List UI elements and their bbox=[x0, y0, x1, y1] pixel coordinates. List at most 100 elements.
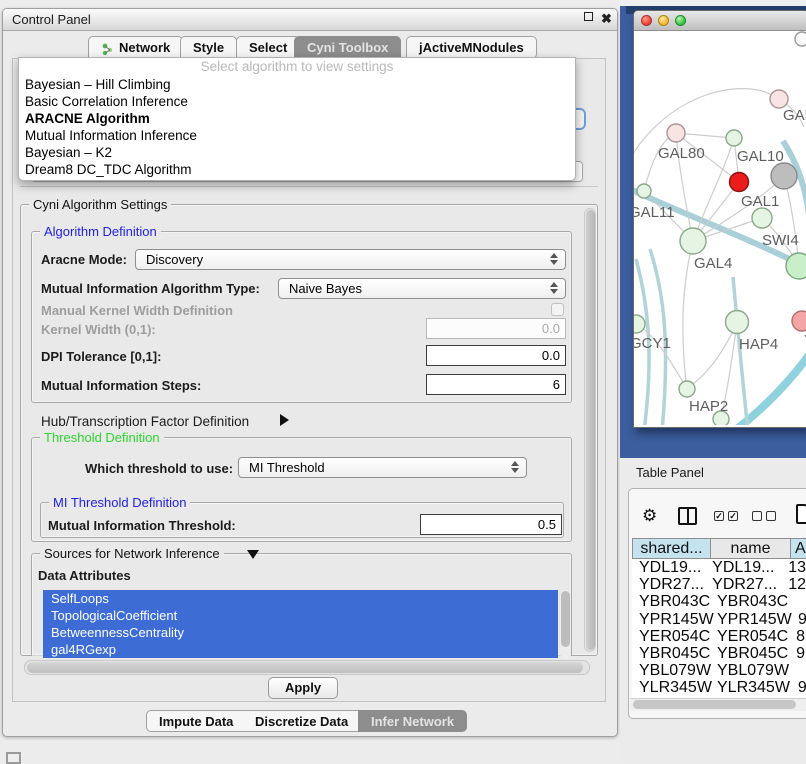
table-row[interactable]: YBR045CYBR045C9. bbox=[632, 645, 806, 662]
mi-steps-field[interactable]: 6 bbox=[426, 374, 566, 395]
network-node[interactable] bbox=[795, 32, 806, 46]
table-row[interactable]: YDL19...YDL19...13 bbox=[632, 559, 806, 576]
gear-icon[interactable]: ⚙ bbox=[642, 505, 657, 527]
dropdown-placeholder: Select algorithm to view settings bbox=[19, 58, 575, 76]
network-node-gal11[interactable] bbox=[637, 184, 651, 198]
mac-minimize-button[interactable] bbox=[658, 15, 669, 26]
table-cell: YDL19... bbox=[705, 559, 780, 576]
attribute-list-item-selected[interactable]: gal4RGexp bbox=[43, 641, 558, 658]
tab-label: Impute Data bbox=[159, 714, 233, 729]
table-row[interactable]: YLR345WYLR345W9. bbox=[632, 679, 806, 696]
attribute-list-item-selected[interactable]: BetweennessCentrality bbox=[43, 624, 558, 641]
network-node-gcy1[interactable] bbox=[634, 315, 645, 333]
dropdown-item[interactable]: Dream8 DC_TDC Algorithm bbox=[19, 161, 575, 178]
mi-type-combobox[interactable]: Naive Bayes bbox=[278, 278, 566, 299]
table-row[interactable]: YDR27...YDR27...12 bbox=[632, 576, 806, 593]
collapse-arrow-icon[interactable] bbox=[247, 550, 259, 559]
close-icon[interactable]: ✖ bbox=[601, 11, 612, 27]
data-attributes-label: Data Attributes bbox=[38, 568, 131, 583]
network-node-label: GAL11 bbox=[634, 204, 675, 221]
network-node-y[interactable] bbox=[792, 311, 806, 331]
tab-network[interactable]: Network bbox=[88, 36, 183, 59]
dropdown-item[interactable]: ARACNE Algorithm bbox=[19, 110, 575, 127]
group-title: MI Threshold Definition bbox=[49, 495, 190, 510]
settings-scrollbar-thumb[interactable] bbox=[586, 210, 595, 650]
table-cell: YLR345W bbox=[710, 679, 790, 696]
hidden-group-border bbox=[20, 186, 598, 187]
apply-button[interactable]: Apply bbox=[268, 677, 338, 699]
tab-select[interactable]: Select bbox=[236, 36, 300, 59]
table-cell: YBR045C bbox=[632, 645, 710, 662]
network-node-hap2[interactable] bbox=[679, 381, 695, 397]
network-node-gal1[interactable] bbox=[752, 208, 772, 228]
mac-zoom-button[interactable] bbox=[675, 15, 686, 26]
combobox-arrows-icon bbox=[511, 461, 519, 473]
network-node[interactable] bbox=[730, 173, 749, 192]
network-node-label: GAL10 bbox=[737, 148, 784, 165]
expand-arrow-icon[interactable] bbox=[280, 414, 289, 426]
algorithm-dropdown-popup: Select algorithm to view settings Bayesi… bbox=[18, 57, 576, 181]
table-scrollbar-thumb[interactable] bbox=[633, 700, 796, 709]
table-cell: 9. bbox=[790, 611, 806, 628]
select-all-icon[interactable]: ✓ ✓ bbox=[714, 511, 738, 521]
aracne-mode-combobox[interactable]: Discovery bbox=[135, 249, 566, 270]
unchecked-box-icon bbox=[766, 511, 776, 521]
tab-jactivemnodules[interactable]: jActiveMNodules bbox=[406, 36, 537, 59]
column-header-partial[interactable]: A bbox=[790, 538, 806, 559]
mi-threshold-label: Mutual Information Threshold: bbox=[48, 518, 236, 533]
dropdown-item[interactable]: Bayesian – Hill Climbing bbox=[19, 76, 575, 93]
table-cell: YBL079W bbox=[632, 662, 710, 679]
network-node-gal10[interactable] bbox=[726, 130, 742, 146]
table-cell: YBL079W bbox=[710, 662, 790, 679]
network-node-label: HAP2 bbox=[689, 398, 728, 415]
tab-cyni-toolbox[interactable]: Cyni Toolbox bbox=[294, 36, 401, 59]
network-node-gal7[interactable] bbox=[770, 90, 788, 108]
deselect-all-icon[interactable] bbox=[752, 511, 776, 521]
tab-label: Style bbox=[193, 37, 224, 59]
tab-style[interactable]: Style bbox=[180, 36, 237, 59]
control-panel-titlebar[interactable] bbox=[3, 9, 617, 31]
network-node-gal80[interactable] bbox=[667, 124, 685, 142]
table-row[interactable]: YBR043CYBR043C bbox=[632, 593, 806, 610]
mi-threshold-field[interactable]: 0.5 bbox=[420, 514, 562, 535]
mac-close-button[interactable] bbox=[641, 15, 652, 26]
table-row[interactable]: YBL079WYBL079W bbox=[632, 662, 806, 679]
tab-impute-data[interactable]: Impute Data bbox=[146, 710, 246, 732]
tab-discretize-data[interactable]: Discretize Data bbox=[243, 710, 361, 732]
dropdown-item[interactable]: Mutual Information Inference bbox=[19, 127, 575, 144]
attribute-list-item-selected[interactable]: SelfLoops bbox=[43, 590, 558, 607]
checked-box-icon: ✓ bbox=[714, 511, 724, 521]
table-panel-title: Table Panel bbox=[636, 465, 704, 480]
horizontal-scrollbar-thumb[interactable] bbox=[27, 662, 583, 673]
network-node[interactable] bbox=[771, 163, 797, 189]
dpi-tolerance-field[interactable]: 0.0 bbox=[426, 345, 566, 366]
column-header-name[interactable]: name bbox=[710, 538, 791, 559]
network-node-gal4[interactable] bbox=[680, 228, 706, 254]
dpi-tolerance-label: DPI Tolerance [0,1]: bbox=[41, 349, 161, 364]
network-node-hap4[interactable] bbox=[726, 311, 749, 334]
kernel-width-field[interactable]: 0.0 bbox=[426, 318, 566, 339]
dropdown-item[interactable]: Basic Correlation Inference bbox=[19, 93, 575, 110]
network-node-swi4[interactable] bbox=[786, 253, 806, 279]
network-canvas[interactable]: GAL7GAL80GAL10GAL1GAL11SWI4GAL4GCY1HAP4Y… bbox=[634, 31, 806, 425]
table-rows[interactable]: YDL19...YDL19...13YDR27...YDR27...12YBR0… bbox=[632, 559, 806, 698]
dropdown-item[interactable]: Bayesian – K2 bbox=[19, 144, 575, 161]
hub-section-label[interactable]: Hub/Transcription Factor Definition bbox=[41, 414, 249, 429]
table-cell bbox=[790, 662, 798, 679]
network-node-label: GAL1 bbox=[741, 193, 779, 210]
attribute-list-item-selected[interactable]: TopologicalCoefficient bbox=[43, 607, 558, 624]
table-row[interactable]: YER054CYER054C8. bbox=[632, 628, 806, 645]
split-columns-icon[interactable] bbox=[678, 507, 697, 525]
table-row[interactable]: YPR145WYPR145W9. bbox=[632, 611, 806, 628]
table-cell: YLR345W bbox=[632, 679, 710, 696]
manual-kernel-checkbox[interactable] bbox=[551, 303, 564, 316]
data-attributes-list[interactable]: SelfLoopsTopologicalCoefficientBetweenne… bbox=[43, 590, 558, 658]
combobox-value: MI Threshold bbox=[249, 460, 325, 475]
column-header-shared-name[interactable]: shared... bbox=[632, 538, 711, 559]
function-builder-icon[interactable] bbox=[796, 504, 806, 524]
float-window-icon[interactable] bbox=[584, 12, 593, 21]
tab-infer-network[interactable]: Infer Network bbox=[358, 710, 467, 732]
table-cell: YPR145W bbox=[710, 611, 790, 628]
which-threshold-combobox[interactable]: MI Threshold bbox=[238, 457, 527, 478]
list-scrollbar-thumb[interactable] bbox=[561, 591, 570, 647]
